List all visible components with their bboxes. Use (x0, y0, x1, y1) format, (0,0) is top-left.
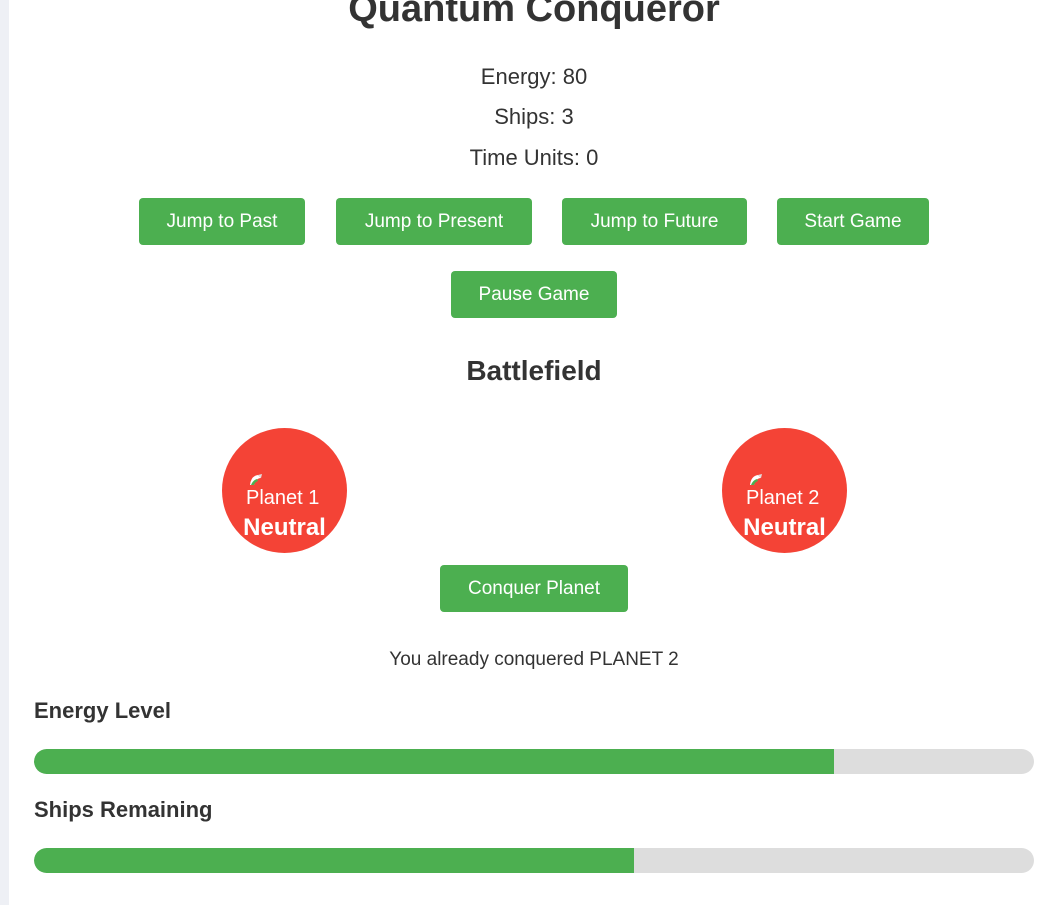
planet-1-image: Planet 1 (246, 470, 326, 504)
left-rail (0, 0, 9, 905)
battlefield-title: Battlefield (466, 355, 602, 386)
energy-level-fill (34, 749, 834, 774)
planet-1-status: Neutral (243, 514, 326, 541)
energy-level-label: Energy Level (34, 698, 171, 723)
pause-game-button[interactable]: Pause Game (451, 271, 617, 318)
planet-2-image: Planet 2 (746, 470, 826, 504)
start-game-button[interactable]: Start Game (777, 198, 929, 245)
broken-image-icon (750, 474, 762, 485)
jump-to-past-button[interactable]: Jump to Past (139, 198, 305, 245)
ships-remaining-label: Ships Remaining (34, 797, 213, 822)
conquer-planet-button[interactable]: Conquer Planet (440, 565, 628, 612)
jump-to-future-button[interactable]: Jump to Future (562, 198, 747, 245)
planet-1[interactable]: Planet 1 Neutral (222, 428, 347, 553)
jump-to-present-button[interactable]: Jump to Present (336, 198, 532, 245)
planet-2[interactable]: Planet 2 Neutral (722, 428, 847, 553)
ships-remaining-bar (34, 848, 1034, 873)
energy-stat: Energy: 80 (480, 64, 588, 89)
game-title: Quantum Conqueror (348, 0, 720, 30)
time-units-stat: Time Units: 0 (469, 145, 599, 170)
ships-stat: Ships: 3 (494, 104, 574, 129)
planet-1-alt-text: Planet 1 (246, 487, 320, 504)
planet-2-status: Neutral (743, 514, 826, 541)
energy-level-bar (34, 749, 1034, 774)
planet-2-alt-text: Planet 2 (746, 487, 820, 504)
ships-remaining-fill (34, 848, 634, 873)
broken-image-icon (250, 474, 262, 485)
status-message: You already conquered PLANET 2 (389, 649, 679, 670)
game-container: Quantum Conqueror Energy: 80 Ships: 3 Ti… (9, 0, 1048, 905)
